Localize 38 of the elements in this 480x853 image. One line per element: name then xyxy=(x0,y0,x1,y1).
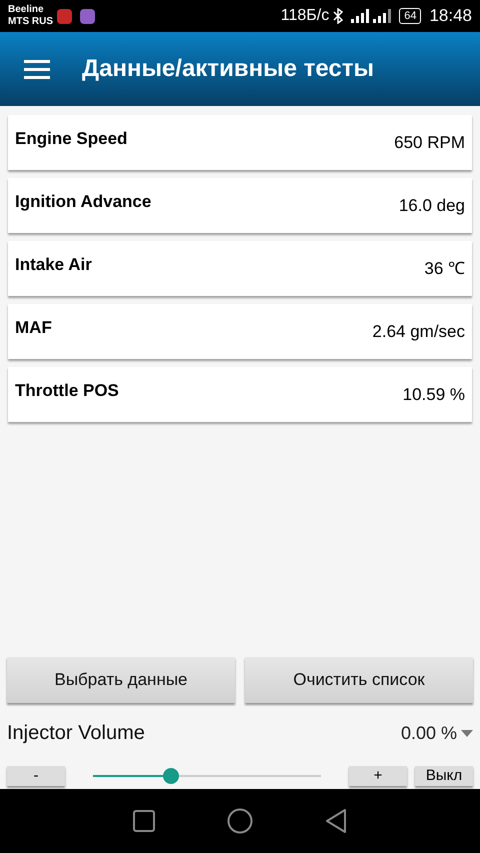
parameter-row[interactable]: Intake Air 36 ℃ xyxy=(8,241,472,296)
battery-indicator: 64 xyxy=(399,8,422,24)
slider[interactable] xyxy=(93,768,321,784)
carrier-name: MTS RUS xyxy=(8,16,53,28)
action-button[interactable]: Выбрать данные xyxy=(7,657,235,703)
parameter-value: 36 ℃ xyxy=(424,258,465,280)
increase-button[interactable]: + xyxy=(349,766,407,786)
parameter-row[interactable]: MAF 2.64 gm/sec xyxy=(8,304,472,359)
off-button[interactable]: Выкл xyxy=(415,766,473,786)
caret-icon xyxy=(461,730,473,736)
home-icon[interactable] xyxy=(227,808,253,834)
menu-icon[interactable] xyxy=(24,59,50,79)
carrier-name: Beeline xyxy=(8,4,45,16)
parameter-row[interactable]: Engine Speed 650 RPM xyxy=(8,115,472,170)
action-button[interactable]: Очистить список xyxy=(245,657,473,703)
signal-icon xyxy=(373,9,392,23)
parameter-value: 2.64 gm/sec xyxy=(372,320,465,343)
parameter-row[interactable]: Throttle POS 10.59 % xyxy=(8,367,472,422)
parameter-value: 16.0 deg xyxy=(398,194,465,217)
parameter-name: Throttle POS xyxy=(15,380,119,402)
decrease-button[interactable]: - xyxy=(7,766,65,786)
screen-title: Данные/активные тесты xyxy=(82,54,374,84)
parameter-value: 650 RPM xyxy=(394,132,465,154)
network-speed: 118Б/с xyxy=(280,6,330,26)
parameter-name: MAF xyxy=(15,316,52,339)
recent-apps-icon[interactable] xyxy=(133,810,155,832)
signal-icon xyxy=(351,9,370,23)
clock: 18:48 xyxy=(429,5,472,28)
parameter-name: Engine Speed xyxy=(15,128,128,150)
back-icon[interactable] xyxy=(325,809,347,833)
parameter-value: 10.59 % xyxy=(402,384,465,406)
slider-thumb[interactable] xyxy=(162,768,179,784)
parameter-name: Intake Air xyxy=(15,254,92,276)
parameter-row[interactable]: Ignition Advance 16.0 deg xyxy=(8,178,472,233)
value-dropdown[interactable]: 0.00 % xyxy=(400,720,473,746)
test-name: Injector Volume xyxy=(7,721,145,746)
bluetooth-icon xyxy=(333,8,344,24)
parameter-name: Ignition Advance xyxy=(15,190,152,213)
